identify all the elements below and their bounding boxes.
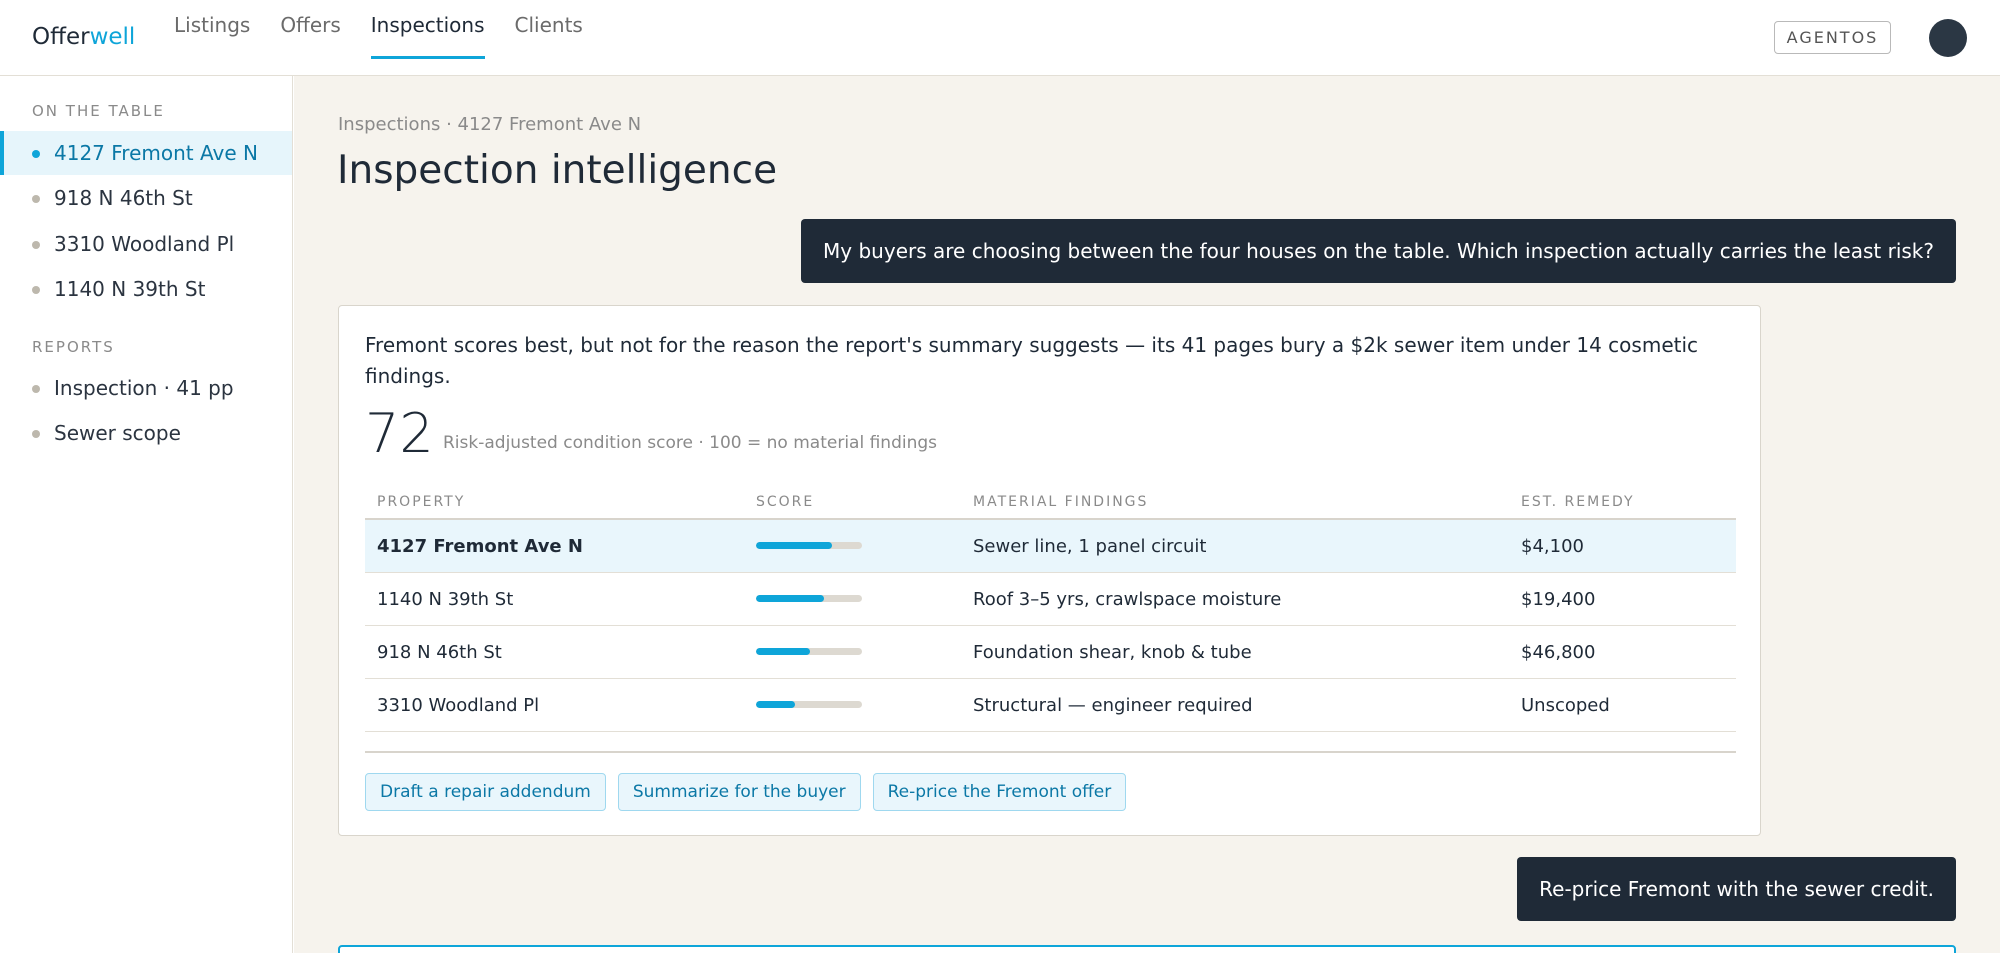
column-header-score: SCORE bbox=[756, 494, 815, 510]
table-row[interactable]: 918 N 46th St Foundation shear, knob & t… bbox=[365, 626, 1736, 679]
score-bar-fill bbox=[756, 701, 796, 708]
sidebar-heading-on-the-table: ON THE TABLE bbox=[32, 102, 165, 120]
cell-findings: Foundation shear, knob & tube bbox=[973, 641, 1252, 663]
bullet-dot bbox=[32, 385, 40, 393]
column-header-remedy: EST. REMEDY bbox=[1521, 494, 1635, 510]
column-header-property: PROPERTY bbox=[377, 494, 466, 510]
bullet-dot bbox=[32, 241, 40, 249]
table-row[interactable]: 3310 Woodland Pl Structural — engineer r… bbox=[365, 679, 1736, 732]
cell-remedy: Unscoped bbox=[1521, 694, 1610, 716]
table-header: PROPERTY SCORE MATERIAL FINDINGS EST. RE… bbox=[365, 482, 1736, 520]
app-logo[interactable]: Offerwell bbox=[32, 24, 135, 50]
cell-findings: Roof 3–5 yrs, crawlspace moisture bbox=[973, 588, 1282, 610]
summarize-for-buyer-button[interactable]: Summarize for the buyer bbox=[617, 773, 861, 811]
score-bar bbox=[756, 648, 862, 655]
nav-clients[interactable]: Clients bbox=[515, 0, 583, 76]
sidebar-item-sewer-scope[interactable]: Sewer scope bbox=[0, 411, 292, 455]
breadcrumb: Inspections · 4127 Fremont Ave N bbox=[338, 114, 642, 135]
sidebar-item-label: Inspection · 41 pp bbox=[54, 376, 234, 400]
cell-findings: Sewer line, 1 panel circuit bbox=[973, 535, 1207, 557]
cell-property: 4127 Fremont Ave N bbox=[377, 535, 583, 557]
sidebar-item-918-46th[interactable]: 918 N 46th St bbox=[0, 176, 292, 220]
table-row[interactable]: 4127 Fremont Ave N Sewer line, 1 panel c… bbox=[365, 520, 1736, 573]
sidebar-item-4127-fremont[interactable]: 4127 Fremont Ave N bbox=[0, 131, 292, 175]
sidebar-item-label: 1140 N 39th St bbox=[54, 277, 206, 301]
score-bar-fill bbox=[756, 542, 833, 549]
nav-listings[interactable]: Listings bbox=[174, 0, 250, 76]
sidebar: ON THE TABLE 4127 Fremont Ave N 918 N 46… bbox=[0, 76, 293, 953]
score-bar bbox=[756, 595, 862, 602]
score-bar bbox=[756, 542, 862, 549]
table-row[interactable]: 1140 N 39th St Roof 3–5 yrs, crawlspace … bbox=[365, 573, 1736, 626]
cell-remedy: $46,800 bbox=[1521, 641, 1596, 663]
answer-text: Fremont scores best, but not for the rea… bbox=[365, 333, 1699, 388]
page-title: Inspection intelligence bbox=[337, 148, 778, 193]
sidebar-item-label: Sewer scope bbox=[54, 421, 181, 445]
suggested-actions: Draft a repair addendum Summarize for th… bbox=[365, 773, 1138, 811]
cell-property: 918 N 46th St bbox=[377, 641, 502, 663]
score-bar bbox=[756, 701, 862, 708]
user-message-bubble: My buyers are choosing between the four … bbox=[801, 219, 1956, 283]
sidebar-item-inspection-report[interactable]: Inspection · 41 pp bbox=[0, 366, 292, 410]
nav-offers[interactable]: Offers bbox=[280, 0, 340, 76]
cell-findings: Structural — engineer required bbox=[973, 694, 1253, 716]
sidebar-item-3310-woodland[interactable]: 3310 Woodland Pl bbox=[0, 222, 292, 266]
bullet-dot bbox=[32, 150, 40, 158]
comparison-table: PROPERTY SCORE MATERIAL FINDINGS EST. RE… bbox=[365, 482, 1736, 753]
assistant-answer-card: Fremont scores best, but not for the rea… bbox=[338, 305, 1761, 836]
reprice-fremont-offer-button[interactable]: Re-price the Fremont offer bbox=[872, 773, 1127, 811]
main-content: Inspections · 4127 Fremont Ave N Inspect… bbox=[294, 76, 2000, 953]
score-bar-fill bbox=[756, 648, 811, 655]
score-caption: Risk-adjusted condition score · 100 = no… bbox=[443, 433, 938, 453]
sidebar-item-label: 4127 Fremont Ave N bbox=[54, 141, 258, 165]
bullet-dot bbox=[32, 286, 40, 294]
cell-remedy: $19,400 bbox=[1521, 588, 1596, 610]
user-followup-bubble: Re-price Fremont with the sewer credit. bbox=[1517, 857, 1956, 921]
bullet-dot bbox=[32, 430, 40, 438]
cell-remedy: $4,100 bbox=[1521, 535, 1584, 557]
sidebar-heading-reports: REPORTS bbox=[32, 338, 115, 356]
top-bar: Offerwell Listings Offers Inspections Cl… bbox=[0, 0, 2000, 76]
sidebar-item-1140-39th[interactable]: 1140 N 39th St bbox=[0, 267, 292, 311]
user-avatar[interactable] bbox=[1929, 19, 1967, 57]
nav-inspections[interactable]: Inspections bbox=[370, 0, 485, 76]
cell-property: 1140 N 39th St bbox=[377, 588, 514, 610]
next-response-card bbox=[338, 945, 1956, 953]
draft-repair-addendum-button[interactable]: Draft a repair addendum bbox=[365, 773, 606, 811]
condition-score: 72 bbox=[365, 402, 434, 465]
main-nav: Listings Offers Inspections Clients bbox=[174, 0, 613, 76]
bullet-dot bbox=[32, 195, 40, 203]
sidebar-item-label: 918 N 46th St bbox=[54, 186, 193, 210]
cell-property: 3310 Woodland Pl bbox=[377, 694, 540, 716]
table-divider bbox=[365, 732, 1736, 753]
column-header-findings: MATERIAL FINDINGS bbox=[973, 494, 1149, 510]
agentos-button[interactable]: AGENTOS bbox=[1774, 21, 1891, 54]
score-bar-fill bbox=[756, 595, 824, 602]
sidebar-item-label: 3310 Woodland Pl bbox=[54, 232, 235, 256]
